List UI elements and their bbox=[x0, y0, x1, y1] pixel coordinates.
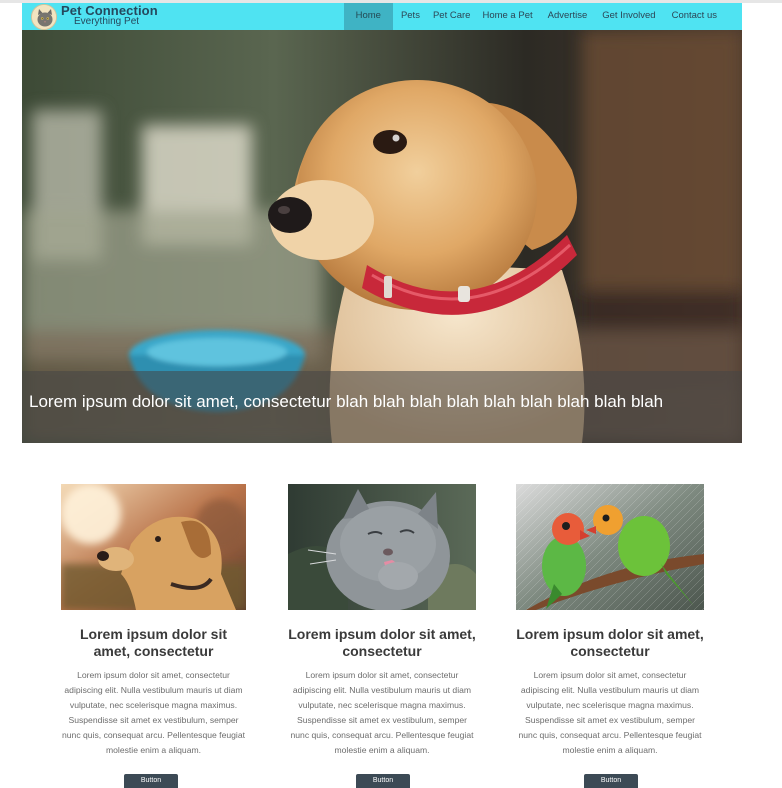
card-dog: Lorem ipsum dolor sit amet, consectetur … bbox=[61, 484, 246, 758]
nav-item-pet-care[interactable]: Pet Care bbox=[428, 3, 476, 30]
cat-photo bbox=[288, 484, 476, 610]
dog-photo bbox=[61, 484, 246, 610]
hero-caption-bar: Lorem ipsum dolor sit amet, consectetur … bbox=[22, 371, 742, 443]
card-title: Lorem ipsum dolor sit amet, consectetur bbox=[79, 626, 227, 659]
cat-face-icon[interactable] bbox=[31, 4, 57, 30]
nav-item-home[interactable]: Home bbox=[343, 3, 393, 30]
card-button-dog[interactable]: Button bbox=[124, 774, 178, 788]
hero-caption: Lorem ipsum dolor sit amet, consectetur … bbox=[29, 392, 664, 411]
nav-item-get-involved[interactable]: Get Involved bbox=[595, 3, 662, 30]
nav-item-contact-us[interactable]: Contact us bbox=[663, 3, 742, 30]
card-cat: Lorem ipsum dolor sit amet, consectetur … bbox=[288, 484, 476, 758]
nav-item-home-a-pet[interactable]: Home a Pet bbox=[475, 3, 539, 30]
card-text: Lorem ipsum dolor sit amet, consectetur … bbox=[518, 670, 702, 755]
card-parrots: Lorem ipsum dolor sit amet, consectetur … bbox=[516, 484, 704, 758]
card-button-parrots[interactable]: Button bbox=[584, 774, 638, 788]
brand-subtitle: Everything Pet bbox=[74, 16, 140, 27]
navbar: Pet Connection Everything Pet Home Pets … bbox=[22, 3, 742, 30]
nav-item-advertise[interactable]: Advertise bbox=[540, 3, 596, 30]
card-text: Lorem ipsum dolor sit amet, consectetur … bbox=[290, 670, 474, 755]
main-nav: Home Pets Pet Care Home a Pet Advertise … bbox=[343, 3, 742, 30]
card-text: Lorem ipsum dolor sit amet, consectetur … bbox=[62, 670, 245, 755]
hero-banner: Lorem ipsum dolor sit amet, consectetur … bbox=[22, 30, 742, 443]
nav-item-pets[interactable]: Pets bbox=[393, 3, 428, 30]
parrots-photo bbox=[516, 484, 704, 610]
card-button-cat[interactable]: Button bbox=[356, 774, 410, 788]
card-title: Lorem ipsum dolor sit amet, consectetur bbox=[288, 626, 476, 659]
card-title: Lorem ipsum dolor sit amet, consectetur bbox=[516, 626, 704, 659]
